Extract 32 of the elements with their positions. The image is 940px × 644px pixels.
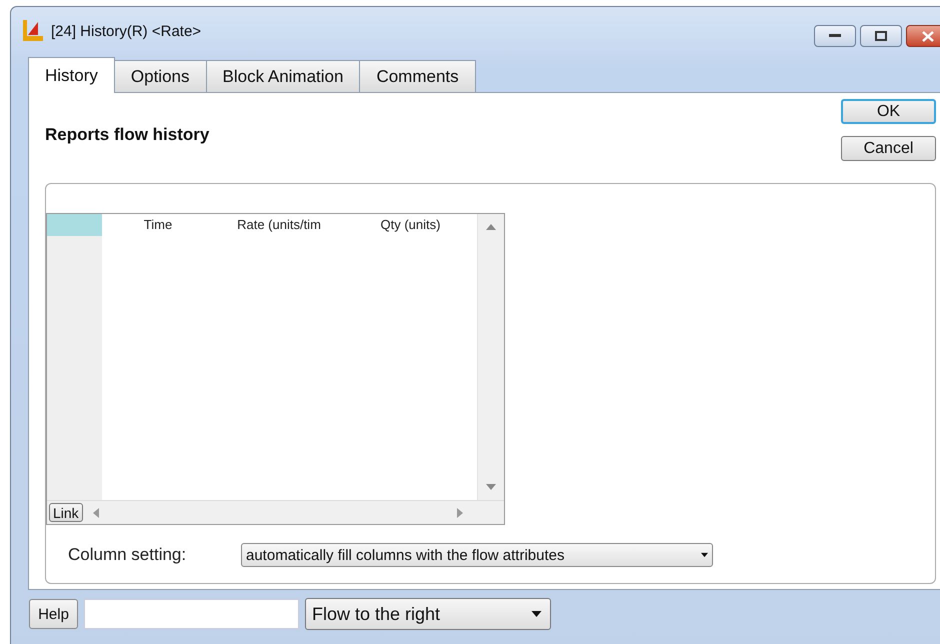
tab[interactable]: History <box>28 57 115 93</box>
row-header-corner <box>47 214 102 236</box>
column-setting-dropdown[interactable]: automatically fill columns with the flow attributes <box>241 543 713 567</box>
maximize-button[interactable] <box>860 25 902 47</box>
minimize-button[interactable] <box>814 25 856 47</box>
scroll-right-icon[interactable] <box>457 508 463 518</box>
input-field[interactable] <box>84 599 299 629</box>
scroll-up-icon[interactable] <box>486 224 496 230</box>
help-button[interactable]: Help <box>29 599 78 629</box>
close-icon <box>922 30 934 42</box>
section-heading: Reports flow history <box>45 125 210 146</box>
scroll-down-icon[interactable] <box>486 484 496 490</box>
field-label: Column setting: <box>68 545 188 565</box>
scroll-left-icon[interactable] <box>92 508 99 518</box>
column-header: Qty (units) <box>380 216 442 232</box>
link-button[interactable]: Link <box>49 503 83 522</box>
app-logo-icon <box>23 20 43 42</box>
close-button[interactable] <box>906 25 940 47</box>
dialog-button[interactable]: Cancel <box>841 136 936 161</box>
tab[interactable]: Comments <box>359 60 476 92</box>
caret-icon <box>531 611 542 617</box>
maximize-icon <box>875 31 887 41</box>
dialog-button[interactable]: OK <box>841 99 936 124</box>
tab[interactable]: Block Animation <box>206 60 360 92</box>
caret-icon <box>701 552 708 558</box>
minimize-icon <box>829 34 841 38</box>
column-header: Rate (units/tim <box>236 216 322 232</box>
tab[interactable]: Options <box>114 60 206 92</box>
vertical-scrollbar[interactable] <box>477 214 504 500</box>
direction-dropdown[interactable]: Flow to the right <box>305 598 551 630</box>
window-title: [24] History(R) <Rate> <box>51 22 202 40</box>
column-header: Time <box>142 216 174 232</box>
